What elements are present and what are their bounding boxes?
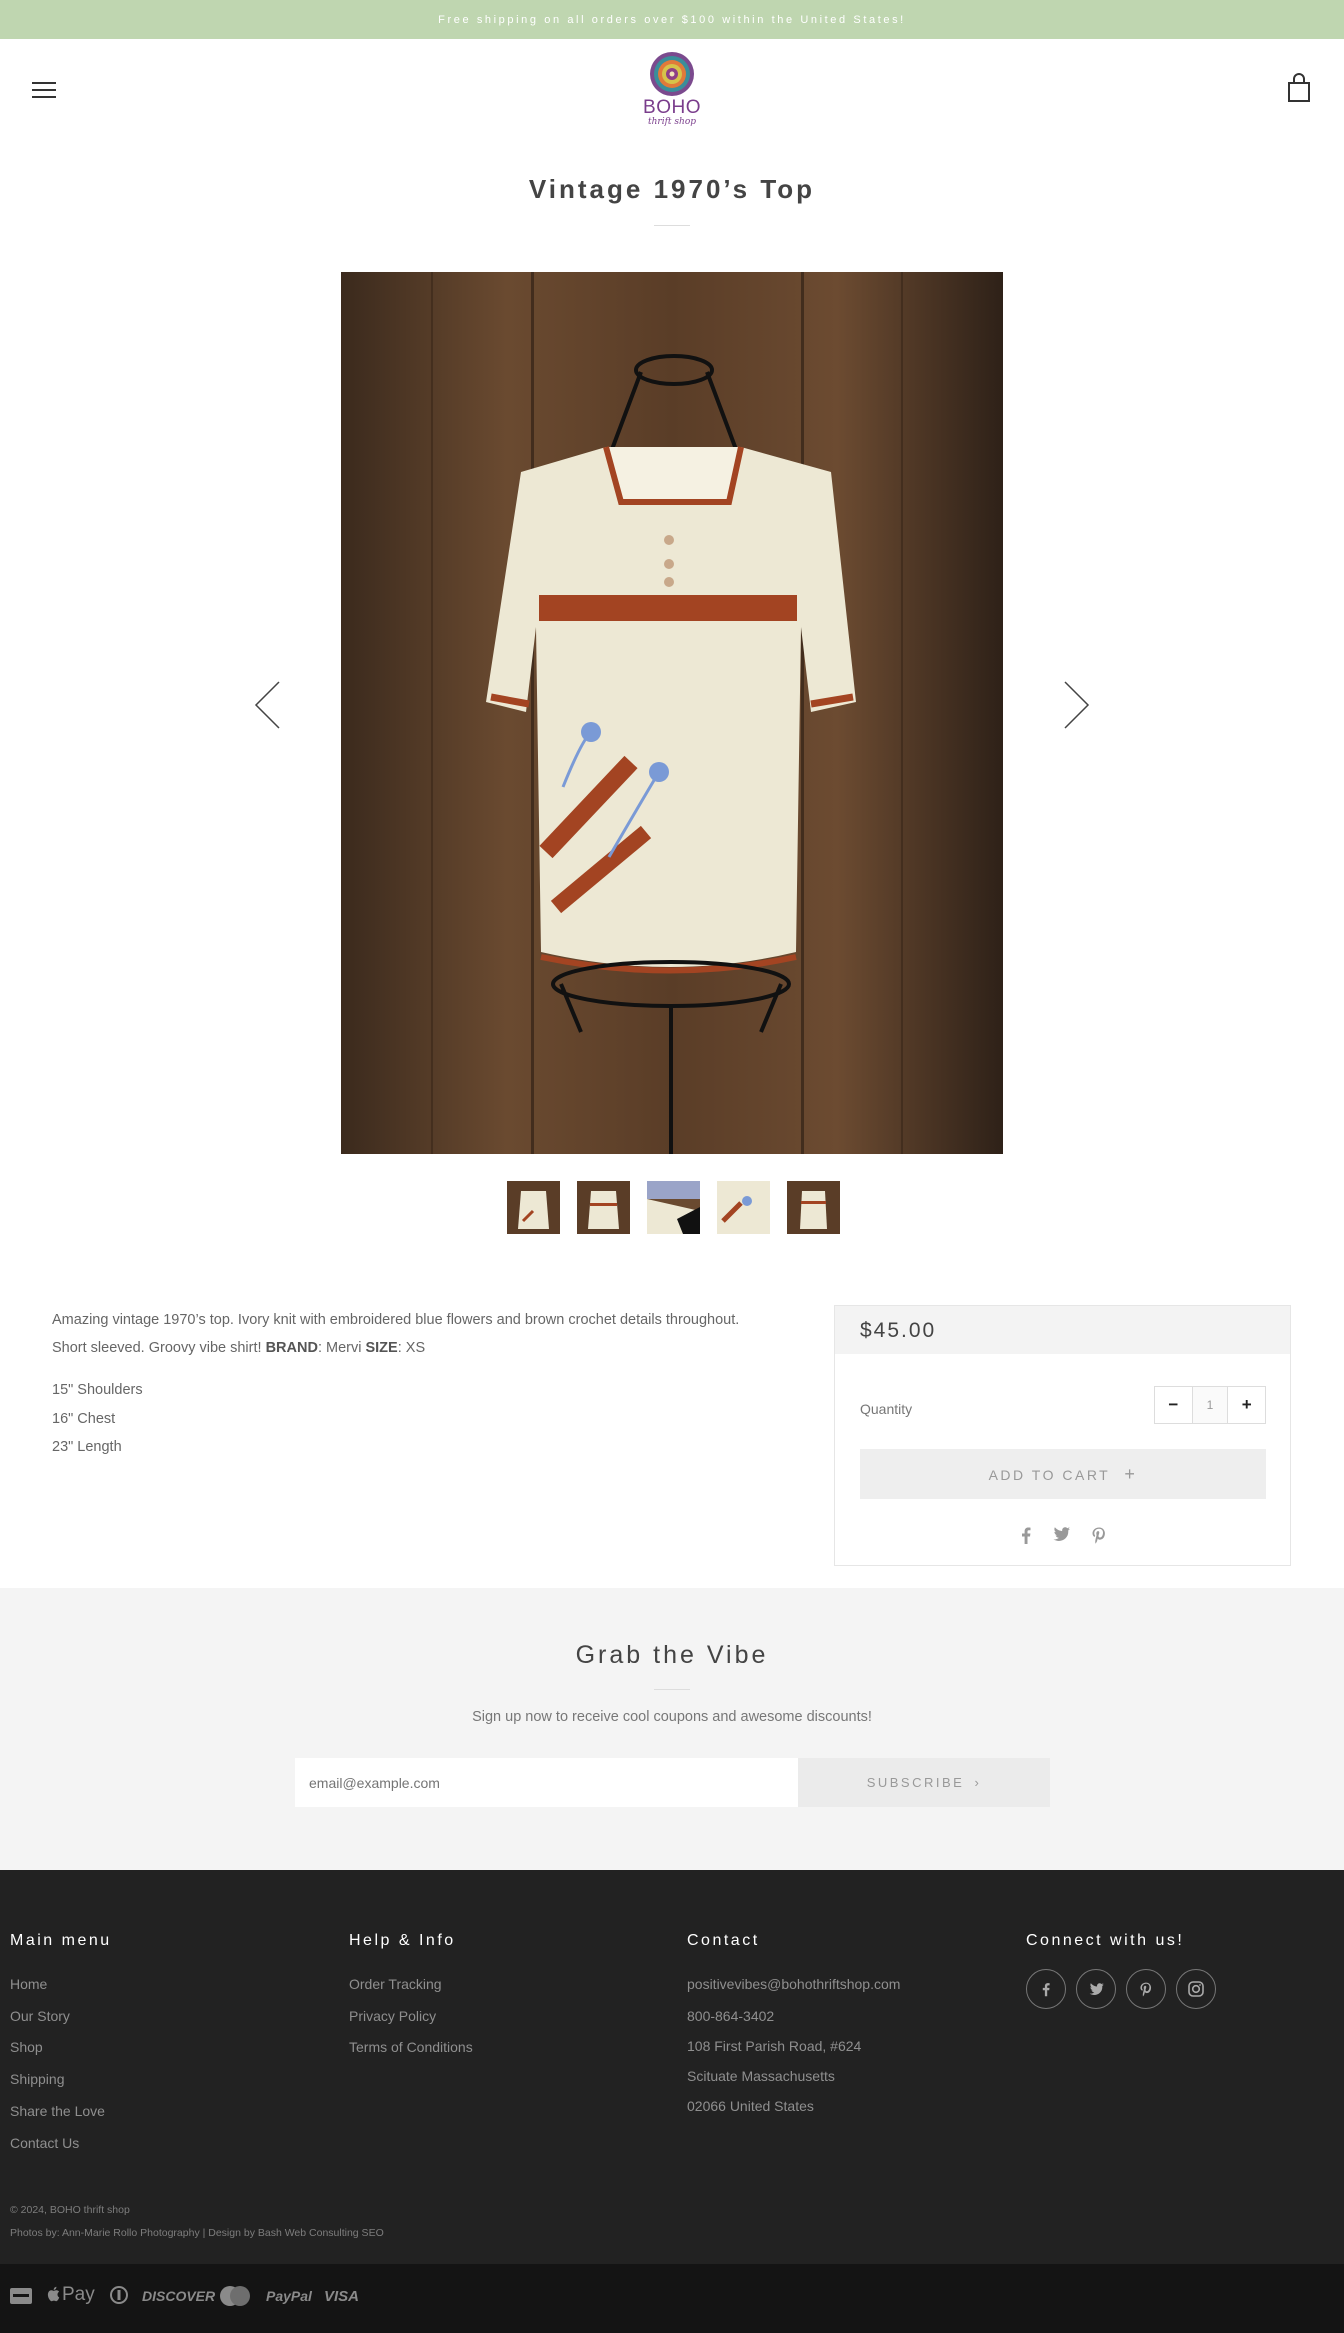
facebook-share-icon[interactable] — [1021, 1527, 1031, 1548]
pinterest-share-icon[interactable] — [1092, 1527, 1106, 1548]
quantity-label: Quantity — [860, 1401, 913, 1417]
thumbnail-1[interactable] — [507, 1181, 560, 1234]
product-price: $45.00 — [835, 1306, 1290, 1354]
footer-link-our-story[interactable]: Our Story — [10, 2001, 112, 2033]
footer-link-contact-us[interactable]: Contact Us — [10, 2128, 112, 2160]
share-links — [835, 1527, 1292, 1548]
title-divider — [654, 225, 690, 226]
measurement-length: 23" Length — [52, 1439, 122, 1455]
footer-link-home[interactable]: Home — [10, 1969, 112, 2001]
footer-main-menu: Main menu Home Our Story Shop Shipping S… — [10, 1932, 112, 2159]
apple-pay-label: Pay — [62, 2284, 95, 2305]
twitter-icon[interactable] — [1076, 1969, 1116, 2009]
add-to-cart-button[interactable]: ADD TO CART + — [860, 1449, 1266, 1499]
thumbnail-3[interactable] — [647, 1181, 700, 1234]
description-text: Amazing vintage 1970’s top. Ivory knit w… — [52, 1312, 740, 1356]
copyright-block: © 2024, BOHO thrift shop Photos by: Ann-… — [10, 2199, 384, 2245]
measurement-shoulders: 15" Shoulders — [52, 1382, 143, 1398]
connect-heading: Connect with us! — [1026, 1932, 1185, 1949]
newsletter-section: Grab the Vibe Sign up now to receive coo… — [0, 1588, 1344, 1870]
plus-icon: + — [1124, 1464, 1138, 1484]
newsletter-title: Grab the Vibe — [575, 1641, 769, 1669]
quantity-stepper: − 1 + — [1154, 1386, 1266, 1424]
subscribe-label: SUBSCRIBE — [866, 1775, 965, 1790]
contact-email-link[interactable]: positivevibes@bohothriftshop.com — [687, 1969, 900, 2001]
visa-icon: VISA — [324, 2288, 360, 2305]
contact-address-line-2: Scituate Massachusetts — [687, 2068, 835, 2085]
footer-connect: Connect with us! — [1026, 1932, 1216, 2009]
site-footer: Main menu Home Our Story Shop Shipping S… — [0, 1870, 1344, 2264]
facebook-icon[interactable] — [1026, 1969, 1066, 2009]
contact-phone-link[interactable]: 800-864-3402 — [687, 2001, 900, 2033]
thumbnail-5[interactable] — [787, 1181, 840, 1234]
help-info-heading: Help & Info — [349, 1932, 456, 1949]
footer-link-privacy-policy[interactable]: Privacy Policy — [349, 2001, 473, 2033]
product-title: Vintage 1970’s Top — [528, 174, 816, 204]
menu-icon[interactable] — [32, 79, 56, 99]
credits-text: Photos by: Ann-Marie Rollo Photography |… — [10, 2227, 384, 2239]
email-input[interactable] — [295, 1758, 798, 1807]
footer-link-share-the-love[interactable]: Share the Love — [10, 2096, 112, 2128]
logo-tagline: thrift shop — [648, 117, 696, 127]
site-logo[interactable]: BOHO thrift shop — [636, 51, 708, 133]
main-menu-heading: Main menu — [10, 1932, 112, 1949]
thumbnail-4[interactable] — [717, 1181, 770, 1234]
twitter-share-icon[interactable] — [1053, 1527, 1070, 1548]
product-description: Amazing vintage 1970’s top. Ivory knit w… — [52, 1306, 752, 1462]
footer-contact: Contact positivevibes@bohothriftshop.com… — [687, 1932, 900, 2122]
mastercard-icon — [218, 2285, 252, 2311]
social-links — [1026, 1969, 1216, 2009]
mandala-icon — [650, 52, 694, 96]
cart-icon[interactable] — [1285, 73, 1313, 103]
contact-address-line-1: 108 First Parish Road, #624 — [687, 2038, 862, 2055]
quantity-input[interactable]: 1 — [1191, 1387, 1229, 1423]
quantity-increase-button[interactable]: + — [1228, 1387, 1265, 1423]
footer-link-shipping[interactable]: Shipping — [10, 2064, 112, 2096]
apple-pay-icon: Pay — [46, 2284, 95, 2306]
measurement-chest: 16" Chest — [52, 1410, 116, 1427]
site-header: BOHO thrift shop — [0, 39, 1344, 141]
chevron-right-icon[interactable] — [1063, 680, 1091, 730]
copyright-text: © 2024, BOHO thrift shop — [10, 2204, 130, 2216]
thumbnail-strip — [507, 1181, 840, 1234]
footer-link-order-tracking[interactable]: Order Tracking — [349, 1969, 473, 2001]
newsletter-divider — [654, 1689, 690, 1690]
contact-heading: Contact — [687, 1932, 760, 1949]
subscribe-button[interactable]: SUBSCRIBE › — [798, 1758, 1050, 1807]
paypal-icon: PayPal — [266, 2288, 312, 2304]
pinterest-icon[interactable] — [1126, 1969, 1166, 2009]
payment-methods-bar: Pay DISCOVER PayPal VISA — [0, 2264, 1344, 2333]
newsletter-subtitle: Sign up now to receive cool coupons and … — [472, 1709, 872, 1725]
diners-club-icon — [110, 2286, 128, 2308]
discover-icon: DISCOVER — [142, 2288, 216, 2304]
contact-address-line-3: 02066 United States — [687, 2097, 814, 2114]
quantity-decrease-button[interactable]: − — [1155, 1387, 1192, 1423]
amex-icon — [10, 2286, 32, 2310]
buy-box: $45.00 Quantity − 1 + ADD TO CART + — [834, 1305, 1291, 1566]
footer-link-shop[interactable]: Shop — [10, 2032, 112, 2064]
thumbnail-2[interactable] — [577, 1181, 630, 1234]
announcement-bar: Free shipping on all orders over $100 wi… — [0, 0, 1344, 39]
chevron-left-icon[interactable] — [253, 680, 281, 730]
instagram-icon[interactable] — [1176, 1969, 1216, 2009]
footer-link-terms[interactable]: Terms of Conditions — [349, 2032, 473, 2064]
chevron-right-icon: › — [974, 1775, 982, 1790]
add-to-cart-label: ADD TO CART — [988, 1467, 1110, 1483]
measurements-list: 15" Shoulders 16" Chest 23" Length — [52, 1376, 752, 1462]
logo-name: BOHO — [643, 97, 701, 118]
product-main-image[interactable] — [341, 272, 1003, 1154]
footer-help-info: Help & Info Order Tracking Privacy Polic… — [349, 1932, 473, 2064]
